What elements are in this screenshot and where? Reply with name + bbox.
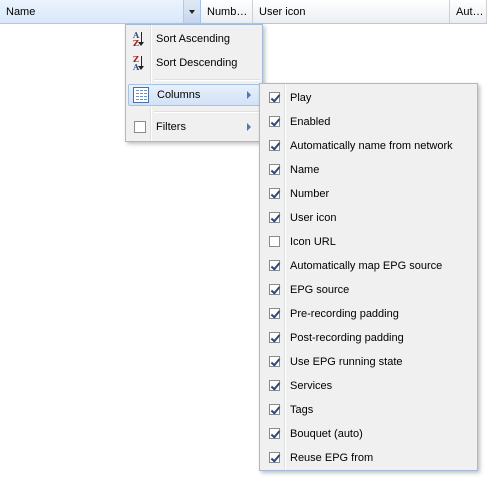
column-checkbox[interactable] (269, 356, 280, 367)
column-toggle-item[interactable]: Post-recording padding (262, 327, 475, 349)
column-checkbox[interactable] (269, 164, 280, 175)
column-header-number-label: Numb… (207, 6, 248, 18)
column-toggle-item[interactable]: Number (262, 183, 475, 205)
column-header-user-icon-label: User icon (259, 6, 306, 18)
column-header-auto-label: Aut… (456, 6, 484, 18)
column-toggle-item[interactable]: Play (262, 87, 475, 109)
column-toggle-label: Number (290, 188, 330, 200)
menu-separator (154, 111, 260, 113)
columns-item[interactable]: Columns (128, 84, 260, 106)
column-toggle-label: Icon URL (290, 236, 336, 248)
column-toggle-label: Enabled (290, 116, 331, 128)
column-toggle-label: Pre-recording padding (290, 308, 399, 320)
filters-item[interactable]: Filters (128, 116, 260, 138)
column-toggle-item[interactable]: User icon (262, 207, 475, 229)
column-toggle-item[interactable]: Automatically name from network (262, 135, 475, 157)
column-menu-trigger[interactable] (183, 0, 200, 23)
sort-ascending-item[interactable]: A Z Sort Ascending (128, 28, 260, 50)
column-checkbox[interactable] (269, 236, 280, 247)
columns-submenu: Play Enabled Automatically name from netwo… (259, 83, 478, 471)
column-checkbox[interactable] (269, 212, 280, 223)
column-toggle-item[interactable]: Tags (262, 399, 475, 421)
column-toggle-label: Services (290, 380, 333, 392)
column-toggle-label: Tags (290, 404, 314, 416)
sort-ascending-icon: A Z (133, 31, 149, 47)
submenu-arrow-icon (247, 123, 251, 131)
columns-icon (133, 87, 149, 103)
column-toggle-label: Name (290, 164, 320, 176)
column-toggle-label: Automatically name from network (290, 140, 453, 152)
column-toggle-item[interactable]: Name (262, 159, 475, 181)
column-checkbox[interactable] (269, 284, 280, 295)
column-toggle-item[interactable]: EPG source (262, 279, 475, 301)
column-checkbox[interactable] (269, 428, 280, 439)
column-checkbox[interactable] (269, 188, 280, 199)
column-toggle-label: Automatically map EPG source (290, 260, 443, 272)
column-toggle-label: Post-recording padding (290, 332, 404, 344)
column-checkbox[interactable] (269, 452, 280, 463)
column-checkbox[interactable] (269, 332, 280, 343)
column-header-auto[interactable]: Aut… (450, 0, 487, 23)
columns-label: Columns (157, 89, 201, 101)
column-toggle-label: Play (290, 92, 312, 104)
submenu-arrow-icon (247, 91, 251, 99)
menu-separator (154, 79, 260, 81)
column-header-name[interactable]: Name (0, 0, 201, 23)
column-checkbox[interactable] (269, 140, 280, 151)
column-toggle-item[interactable]: Reuse EPG from (262, 447, 475, 469)
column-header-user-icon[interactable]: User icon (253, 0, 450, 23)
column-toggle-label: Reuse EPG from (290, 452, 374, 464)
column-checkbox[interactable] (269, 260, 280, 271)
column-checkbox[interactable] (269, 116, 280, 127)
column-toggle-item[interactable]: Enabled (262, 111, 475, 133)
column-checkbox[interactable] (269, 380, 280, 391)
column-toggle-item[interactable]: Automatically map EPG source (262, 255, 475, 277)
column-toggle-item[interactable]: Services (262, 375, 475, 397)
column-toggle-item[interactable]: Use EPG running state (262, 351, 475, 373)
column-toggle-label: Use EPG running state (290, 356, 403, 368)
sort-descending-label: Sort Descending (156, 57, 238, 69)
grid-header: Name Numb… User icon Aut… (0, 0, 487, 24)
column-header-name-label: Name (6, 6, 36, 18)
column-toggle-item[interactable]: Bouquet (auto) (262, 423, 475, 445)
column-checkbox[interactable] (269, 308, 280, 319)
column-checkbox[interactable] (269, 404, 280, 415)
sort-descending-item[interactable]: Z A Sort Descending (128, 52, 260, 74)
column-checkbox[interactable] (269, 92, 280, 103)
sort-ascending-label: Sort Ascending (156, 33, 230, 45)
column-toggle-item[interactable]: Icon URL (262, 231, 475, 253)
column-toggle-item[interactable]: Pre-recording padding (262, 303, 475, 325)
page: Name Numb… User icon Aut… A Z Sort Ascen… (0, 0, 487, 480)
column-toggle-label: Bouquet (auto) (290, 428, 363, 440)
filters-checkbox[interactable] (134, 121, 146, 133)
column-toggle-label: EPG source (290, 284, 350, 296)
filters-label: Filters (156, 121, 186, 133)
sort-descending-icon: Z A (133, 55, 149, 71)
column-toggle-label: User icon (290, 212, 337, 224)
column-menu: A Z Sort Ascending Z A Sort Descending C… (125, 24, 263, 142)
column-header-number[interactable]: Numb… (201, 0, 253, 23)
